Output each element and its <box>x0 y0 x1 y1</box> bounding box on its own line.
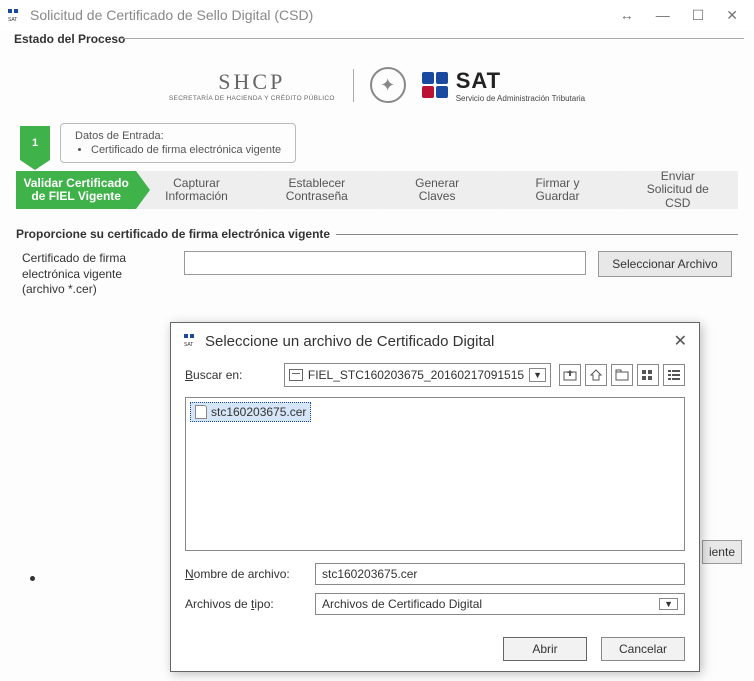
step-indicator-row: 1 Datos de Entrada: Certificado de firma… <box>20 123 738 163</box>
process-state-group: Estado del Proceso SHCP SECRETARÍA DE HA… <box>10 32 744 304</box>
wizard-step-capture-info[interactable]: Capturar Información <box>136 171 256 209</box>
file-dialog-titlebar: SAT Seleccione un archivo de Certificado… <box>171 323 699 359</box>
minimize-button[interactable]: — <box>656 7 670 23</box>
close-icon[interactable]: ✕ <box>674 331 687 351</box>
open-button[interactable]: Abrir <box>503 637 587 661</box>
shcp-text: SHCP <box>169 69 335 95</box>
process-state-legend: Estado del Proceso <box>14 32 125 46</box>
bullet-icon <box>30 576 35 581</box>
filename-input[interactable]: stc160203675.cer <box>315 563 685 585</box>
file-dialog-toolbar <box>559 364 685 386</box>
next-button[interactable]: iente <box>702 540 742 564</box>
eagle-seal-icon: ✦ <box>370 67 406 103</box>
step-badge: 1 <box>20 126 50 160</box>
chevron-down-icon[interactable]: ▼ <box>529 368 546 382</box>
file-item-name: stc160203675.cer <box>211 405 306 419</box>
title-bar: SAT Solicitud de Certificado de Sello Di… <box>0 0 754 30</box>
filename-row: Nombre de archivo: stc160203675.cer <box>185 563 685 585</box>
certificate-row: Certificado de firma electrónica vigente… <box>16 251 738 298</box>
app-icon: SAT <box>183 333 197 350</box>
svg-text:SAT: SAT <box>8 17 17 22</box>
shcp-subtext: SECRETARÍA DE HACIENDA Y CRÉDITO PÚBLICO <box>169 95 335 102</box>
close-button[interactable]: ✕ <box>726 7 738 24</box>
filetype-row: Archivos de tipo: Archivos de Certificad… <box>185 593 685 615</box>
certificate-path-input[interactable] <box>184 251 586 275</box>
maximize-button[interactable]: ☐ <box>692 7 705 24</box>
window-title: Solicitud de Certificado de Sello Digita… <box>30 7 620 23</box>
wizard-step-sign-save[interactable]: Firmar y Guardar <box>497 171 617 209</box>
step-number: 1 <box>32 137 38 149</box>
sat-logo: SAT Servicio de Administración Tributari… <box>422 68 585 103</box>
sat-squares-icon <box>422 72 448 98</box>
file-list-pane[interactable]: stc160203675.cer <box>185 397 685 551</box>
resize-handle-icon[interactable]: ↔ <box>620 7 634 23</box>
entry-data-item: Certificado de firma electrónica vigente <box>91 144 281 156</box>
wizard-step-set-password[interactable]: Establecer Contraseña <box>257 171 377 209</box>
up-one-level-icon[interactable] <box>559 364 581 386</box>
sat-subtext: Servicio de Administración Tributaria <box>456 94 585 103</box>
search-in-row: Buscar en: FIEL_STC160203675_20160217091… <box>171 359 699 391</box>
app-icon: SAT <box>6 7 22 23</box>
select-file-button[interactable]: Seleccionar Archivo <box>598 251 732 277</box>
app-window: SAT Solicitud de Certificado de Sello Di… <box>0 0 754 681</box>
file-dialog-title: Seleccione un archivo de Certificado Dig… <box>205 333 666 350</box>
certificate-label: Certificado de firma electrónica vigente… <box>22 251 172 298</box>
svg-text:SAT: SAT <box>184 342 193 347</box>
entry-data-title: Datos de Entrada: <box>75 130 281 142</box>
logos-row: SHCP SECRETARÍA DE HACIENDA Y CRÉDITO PÚ… <box>16 57 738 119</box>
wizard-step-validate-fiel[interactable]: Validar Certificado de FIEL Vigente <box>16 171 136 209</box>
cancel-button[interactable]: Cancelar <box>601 637 685 661</box>
filename-label: Nombre de archivo: <box>185 567 305 581</box>
document-icon <box>195 405 207 419</box>
window-controls: ↔ — ☐ ✕ <box>620 7 748 24</box>
file-chooser-dialog: SAT Seleccione un archivo de Certificado… <box>170 322 700 672</box>
details-view-icon[interactable] <box>663 364 685 386</box>
shcp-logo: SHCP SECRETARÍA DE HACIENDA Y CRÉDITO PÚ… <box>169 69 354 102</box>
file-item-selected[interactable]: stc160203675.cer <box>190 402 311 422</box>
file-dialog-buttons: Abrir Cancelar <box>171 629 699 671</box>
home-icon[interactable] <box>585 364 607 386</box>
search-in-value: FIEL_STC160203675_20160217091515 <box>308 368 524 382</box>
drive-icon <box>289 369 303 381</box>
list-view-icon[interactable] <box>637 364 659 386</box>
search-in-label: Buscar en: <box>185 368 276 382</box>
search-in-dropdown[interactable]: FIEL_STC160203675_20160217091515 ▼ <box>284 363 551 387</box>
filetype-label: Archivos de tipo: <box>185 597 305 611</box>
wizard-step-send-csd[interactable]: Enviar Solicitud de CSD <box>618 171 738 209</box>
filetype-dropdown[interactable]: Archivos de Certificado Digital ▼ <box>315 593 685 615</box>
wizard-step-generate-keys[interactable]: Generar Claves <box>377 171 497 209</box>
entry-data-box: Datos de Entrada: Certificado de firma e… <box>60 123 296 163</box>
wizard-steps: Validar Certificado de FIEL Vigente Capt… <box>16 171 738 209</box>
sat-text: SAT <box>456 68 585 94</box>
new-folder-icon[interactable] <box>611 364 633 386</box>
chevron-down-icon[interactable]: ▼ <box>659 598 678 610</box>
